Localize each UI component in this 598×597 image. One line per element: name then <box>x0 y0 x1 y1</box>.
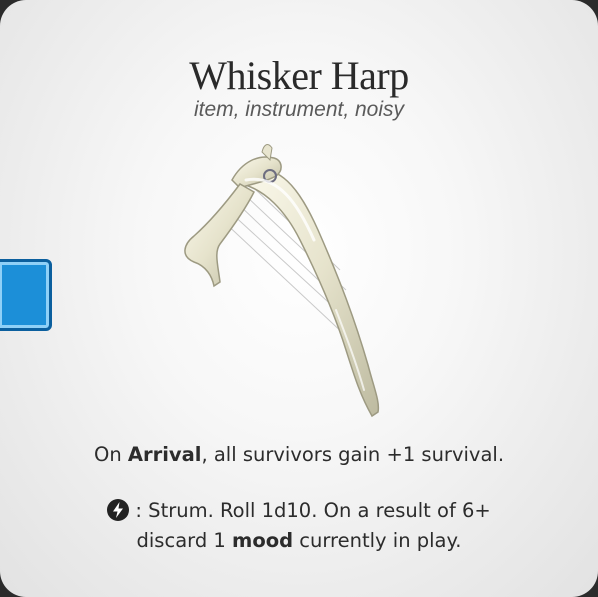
rule-arrival-prefix: On <box>93 443 128 466</box>
rule-strum: : Strum. Roll 1d10. On a result of 6+ di… <box>30 496 568 556</box>
keyword-arrival: Arrival <box>127 443 202 466</box>
activation-bolt-icon <box>107 499 130 521</box>
rule-arrival-suffix: , all survivors gain +1 survival. <box>201 443 505 466</box>
rule-arrival: On Arrival, all survivors gain +1 surviv… <box>30 440 568 470</box>
rule-strum-line1: : Strum. Roll 1d10. On a result of 6+ <box>129 499 491 522</box>
rule-strum-line2-prefix: discard 1 <box>136 529 232 552</box>
card-keywords: item, instrument, noisy <box>193 98 405 121</box>
whisker-harp-illustration <box>184 144 380 418</box>
affinity-marker <box>0 259 52 331</box>
gear-card[interactable]: Whisker Harp item, instrument, noisy On … <box>0 0 598 597</box>
rule-strum-line2-suffix: currently in play. <box>293 529 462 552</box>
keyword-mood: mood <box>232 529 294 552</box>
card-title: Whisker Harp <box>189 53 409 98</box>
